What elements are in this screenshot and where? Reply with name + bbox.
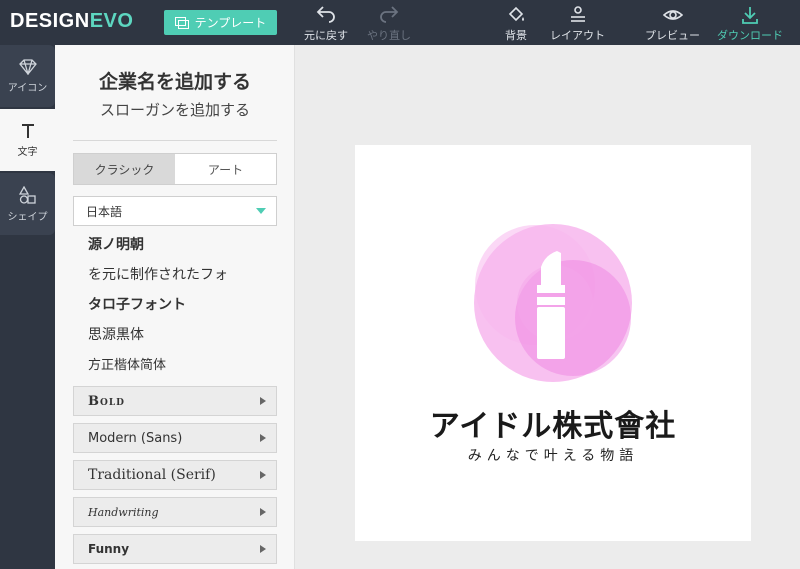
chevron-right-icon (260, 397, 266, 405)
font-item[interactable]: タロ子フォント (88, 294, 278, 314)
tab-classic[interactable]: クラシック (74, 154, 175, 184)
redo-button[interactable]: やり直し (367, 5, 411, 43)
add-company-name[interactable]: 企業名を追加する (55, 67, 295, 94)
paint-bucket-icon (508, 6, 524, 22)
download-icon (742, 7, 758, 24)
undo-icon (316, 6, 335, 23)
template-button[interactable]: テンプレート (164, 10, 277, 35)
category-funny[interactable]: Funny (73, 534, 277, 564)
text-icon (21, 123, 34, 138)
template-icon (174, 16, 189, 29)
font-item[interactable]: 思源黒体 (88, 324, 278, 344)
font-style-toggle: クラシック アート (73, 153, 277, 185)
add-slogan[interactable]: スローガンを追加する (55, 99, 295, 120)
chevron-down-icon (256, 208, 266, 214)
sidebar-item-text[interactable]: 文字 (0, 109, 55, 171)
text-panel: 企業名を追加する スローガンを追加する クラシック アート 日本語 源ノ明朝 を… (55, 45, 295, 569)
category-handwriting[interactable]: Handwriting (73, 497, 277, 527)
app-logo[interactable]: DESIGNEVO (10, 10, 133, 33)
category-traditional-serif[interactable]: Traditional (Serif) (73, 460, 277, 490)
layout-icon (570, 6, 585, 22)
lipstick-logo-icon[interactable] (473, 223, 633, 383)
left-sidebar: アイコン 文字 シェイプ (0, 45, 55, 569)
brand-name[interactable]: アイドル株式會社 (355, 401, 751, 445)
layout-button[interactable]: レイアウト (550, 5, 605, 43)
chevron-right-icon (260, 434, 266, 442)
top-toolbar: DESIGNEVO テンプレート 元に戻す やり直し 背景 レイアウト プレビュ… (0, 0, 800, 45)
design-canvas[interactable]: アイドル株式會社 みんなで叶える物語 (355, 145, 751, 541)
eye-icon (662, 10, 683, 20)
category-bold[interactable]: Bold (73, 386, 277, 416)
divider (73, 140, 277, 141)
tab-art[interactable]: アート (175, 154, 276, 184)
download-button[interactable]: ダウンロード (717, 5, 783, 43)
preview-button[interactable]: プレビュー (645, 5, 700, 43)
font-item[interactable]: を元に制作されたフォ (88, 264, 278, 284)
chevron-right-icon (260, 545, 266, 553)
undo-button[interactable]: 元に戻す (304, 5, 348, 43)
language-select[interactable]: 日本語 (73, 196, 277, 226)
diamond-icon (18, 58, 37, 75)
font-item[interactable]: 方正楷体简体 (88, 354, 278, 373)
sidebar-item-icon[interactable]: アイコン (0, 45, 55, 107)
brand-tagline[interactable]: みんなで叶える物語 (355, 445, 751, 465)
chevron-right-icon (260, 508, 266, 516)
background-button[interactable]: 背景 (505, 5, 527, 43)
chevron-right-icon (260, 471, 266, 479)
redo-icon (380, 6, 399, 23)
shapes-icon (18, 185, 36, 204)
font-item[interactable]: 源ノ明朝 (88, 234, 278, 254)
sidebar-item-shape[interactable]: シェイプ (0, 173, 55, 235)
category-modern-sans[interactable]: Modern (Sans) (73, 423, 277, 453)
